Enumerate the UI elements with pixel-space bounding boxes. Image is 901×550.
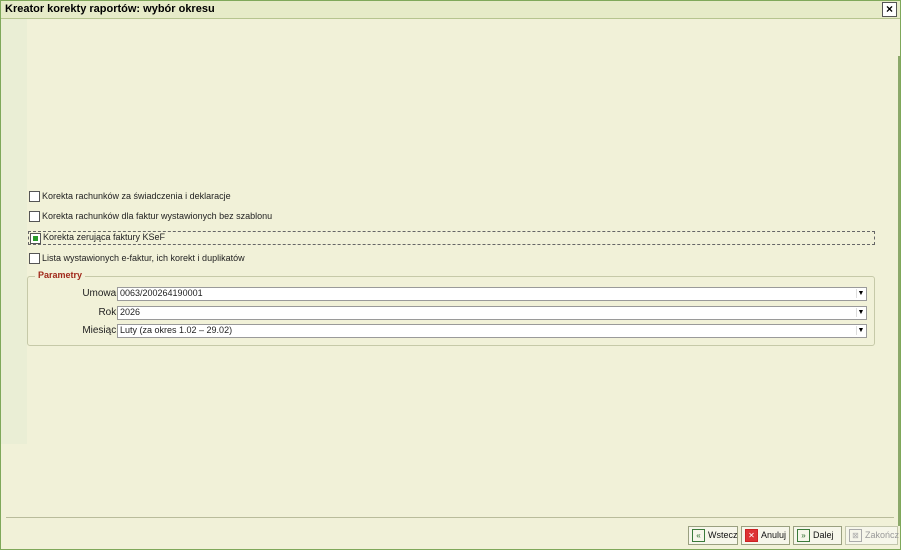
parameters-legend: Parametry [35, 270, 86, 280]
option-korekta-zerujaca-ksef[interactable]: Korekta zerująca faktury KSeF [28, 231, 875, 245]
checkbox[interactable] [29, 211, 40, 222]
cancel-x-icon: ✕ [745, 529, 758, 542]
option-korekta-bez-szablonu[interactable]: Korekta rachunków dla faktur wystawionyc… [29, 210, 874, 226]
option-label: Lista wystawionych e-faktur, ich korekt … [42, 253, 245, 263]
cancel-button[interactable]: ✕ Anuluj [741, 526, 790, 545]
left-panel [1, 19, 27, 444]
miesiac-value: Luty (za okres 1.02 – 29.02) [120, 325, 233, 335]
option-lista-e-faktur[interactable]: Lista wystawionych e-faktur, ich korekt … [29, 252, 874, 268]
umowa-select[interactable]: 0063/200264190001 ▼ [117, 287, 867, 301]
rok-label: Rok: [98, 307, 119, 318]
finish-icon: ⊠ [849, 529, 862, 542]
rok-value: 2026 [120, 307, 141, 317]
checkbox-checked[interactable] [30, 233, 41, 244]
umowa-row: Umowa: 0063/200264190001 ▼ [1, 287, 871, 301]
back-arrow-icon: « [692, 529, 705, 542]
cancel-label: Anuluj [761, 530, 787, 540]
next-button[interactable]: » Dalej [793, 526, 842, 545]
chevron-down-icon[interactable]: ▼ [856, 308, 865, 317]
miesiac-row: Miesiąc: Luty (za okres 1.02 – 29.02) ▼ [1, 324, 871, 338]
option-label: Korekta rachunków dla faktur wystawionyc… [42, 211, 273, 221]
close-icon[interactable]: × [882, 2, 897, 17]
next-label: Dalej [813, 530, 834, 540]
option-label: Korekta rachunków za świadczenia i dekla… [42, 191, 231, 201]
finish-label: Zakończ [865, 530, 900, 540]
title-bar: Kreator korekty raportów: wybór okresu × [1, 1, 900, 19]
next-arrow-icon: » [797, 529, 810, 542]
umowa-value: 0063/200264190001 [120, 288, 203, 298]
chevron-down-icon[interactable]: ▼ [856, 326, 865, 335]
right-border [898, 56, 900, 526]
footer-divider [6, 517, 894, 518]
checkbox[interactable] [29, 253, 40, 264]
back-label: Wstecz [708, 530, 738, 540]
finish-button[interactable]: ⊠ Zakończ [845, 526, 900, 545]
miesiac-select[interactable]: Luty (za okres 1.02 – 29.02) ▼ [117, 324, 867, 338]
back-button[interactable]: « Wstecz [688, 526, 738, 545]
umowa-label: Umowa: [82, 288, 119, 299]
rok-select[interactable]: 2026 ▼ [117, 306, 867, 320]
wizard-window: Kreator korekty raportów: wybór okresu ×… [0, 0, 901, 550]
window-title: Kreator korekty raportów: wybór okresu [5, 3, 215, 15]
miesiac-label: Miesiąc: [82, 325, 119, 336]
option-label: Korekta zerująca faktury KSeF [43, 232, 166, 242]
rok-row: Rok: 2026 ▼ [1, 306, 871, 320]
option-korekta-swiadczenia[interactable]: Korekta rachunków za świadczenia i dekla… [29, 190, 874, 206]
chevron-down-icon[interactable]: ▼ [856, 289, 865, 298]
checkbox[interactable] [29, 191, 40, 202]
